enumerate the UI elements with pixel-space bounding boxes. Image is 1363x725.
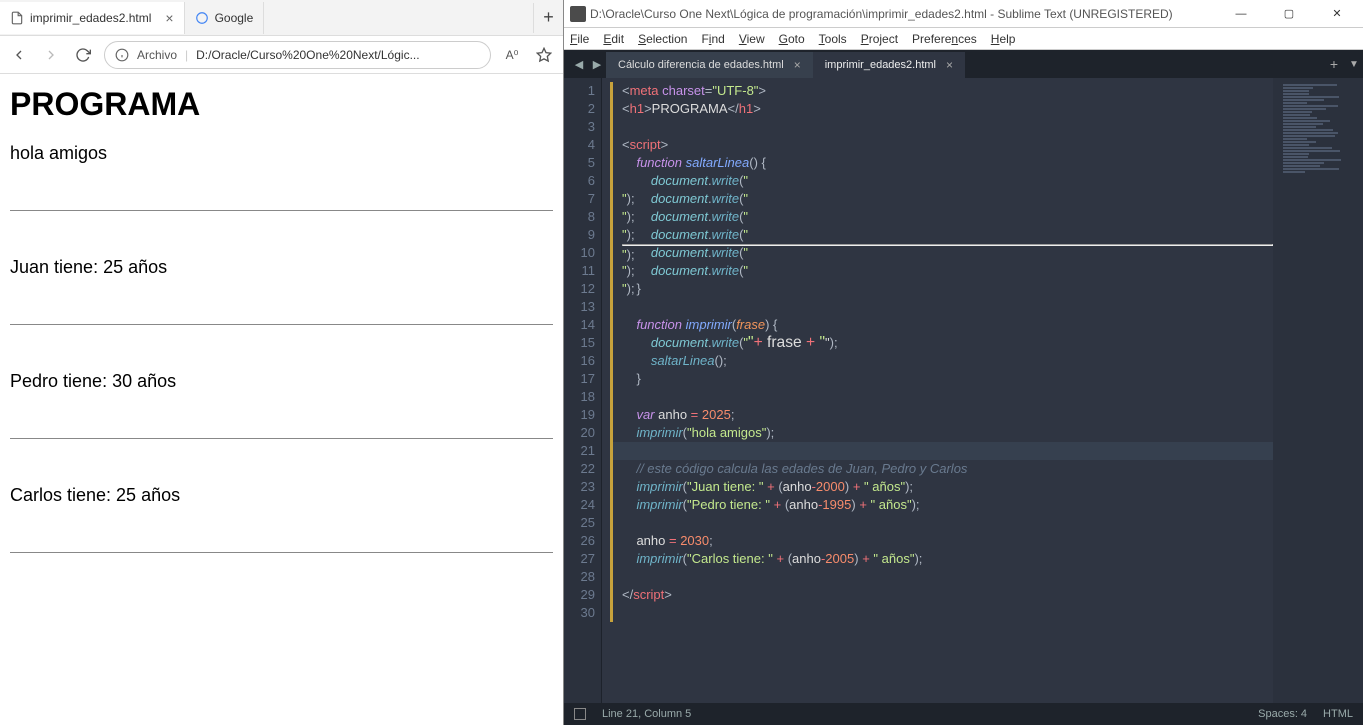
menu-preferences[interactable]: Preferences (912, 32, 977, 46)
browser-tab-title: imprimir_edades2.html (30, 11, 151, 25)
browser-tabstrip: imprimir_edades2.html × Google + (0, 0, 563, 36)
url-path: D:/Oracle/Curso%20One%20Next/Lógic... (196, 48, 419, 62)
minimize-button[interactable]: — (1221, 3, 1261, 25)
minimap[interactable] (1273, 78, 1363, 703)
favorites-button[interactable] (533, 44, 555, 66)
sublime-titlebar: D:\Oracle\Curso One Next\Lógica de progr… (564, 0, 1363, 28)
hr (10, 210, 553, 211)
code-area[interactable]: <meta charset="UTF-8"><h1>PROGRAMA</h1><… (602, 78, 1273, 703)
browser-tab-active[interactable]: imprimir_edades2.html × (0, 2, 185, 34)
sublime-logo-icon (570, 6, 586, 22)
tab-menu-button[interactable]: ▼ (1345, 59, 1363, 70)
page-heading: PROGRAMA (10, 86, 553, 123)
cursor-position: Line 21, Column 5 (602, 708, 691, 720)
editor-body: 1234567891011121314151617181920212223242… (564, 78, 1363, 703)
output-line: Juan tiene: 25 años (10, 257, 553, 278)
line-gutter: 1234567891011121314151617181920212223242… (564, 78, 602, 703)
close-icon[interactable]: × (794, 58, 801, 72)
menu-project[interactable]: Project (861, 32, 898, 46)
close-icon[interactable]: × (946, 58, 953, 72)
menu-tools[interactable]: Tools (819, 32, 847, 46)
reload-button[interactable] (72, 44, 94, 66)
status-bar: Line 21, Column 5 Spaces: 4 HTML (564, 703, 1363, 725)
google-icon (195, 11, 209, 25)
menu-selection[interactable]: Selection (638, 32, 687, 46)
syntax-mode[interactable]: HTML (1323, 708, 1353, 720)
panel-icon[interactable] (574, 708, 586, 720)
output-line: hola amigos (10, 143, 553, 164)
sublime-menubar: File Edit Selection Find View Goto Tools… (564, 28, 1363, 50)
tab-next-button[interactable]: ▶ (588, 53, 606, 75)
hr (10, 552, 553, 553)
output-line: Pedro tiene: 30 años (10, 371, 553, 392)
menu-edit[interactable]: Edit (603, 32, 624, 46)
output-line: Carlos tiene: 25 años (10, 485, 553, 506)
info-icon (115, 48, 129, 62)
close-icon[interactable]: × (165, 10, 173, 26)
hr (10, 324, 553, 325)
browser-tab-title: Google (215, 11, 254, 25)
new-tab-button[interactable]: + (533, 3, 563, 33)
browser-window: imprimir_edades2.html × Google + Archivo… (0, 0, 564, 725)
menu-help[interactable]: Help (991, 32, 1016, 46)
menu-view[interactable]: View (739, 32, 765, 46)
browser-tab[interactable]: Google (185, 2, 265, 34)
browser-navbar: Archivo | D:/Oracle/Curso%20One%20Next/L… (0, 36, 563, 74)
forward-button[interactable] (40, 44, 62, 66)
window-controls: — ▢ ✕ (1221, 3, 1357, 25)
menu-find[interactable]: Find (701, 32, 724, 46)
address-bar[interactable]: Archivo | D:/Oracle/Curso%20One%20Next/L… (104, 41, 491, 69)
editor-tab[interactable]: Cálculo diferencia de edades.html × (606, 52, 813, 78)
new-file-button[interactable]: + (1323, 56, 1345, 72)
editor-tab-title: Cálculo diferencia de edades.html (618, 59, 784, 71)
maximize-button[interactable]: ▢ (1269, 3, 1309, 25)
back-button[interactable] (8, 44, 30, 66)
tab-prev-button[interactable]: ◀ (570, 53, 588, 75)
browser-viewport: PROGRAMA hola amigos Juan tiene: 25 años… (0, 74, 563, 725)
editor-tab-active[interactable]: imprimir_edades2.html × (813, 52, 965, 78)
read-aloud-button[interactable]: A⁰ (501, 44, 523, 66)
hr (10, 438, 553, 439)
window-title: D:\Oracle\Curso One Next\Lógica de progr… (590, 7, 1173, 21)
url-scheme-label: Archivo (137, 48, 177, 62)
sublime-tabstrip: ◀ ▶ Cálculo diferencia de edades.html × … (564, 50, 1363, 78)
editor-tab-title: imprimir_edades2.html (825, 59, 936, 71)
close-button[interactable]: ✕ (1317, 3, 1357, 25)
file-icon (10, 11, 24, 25)
menu-file[interactable]: File (570, 32, 589, 46)
sublime-window: D:\Oracle\Curso One Next\Lógica de progr… (564, 0, 1363, 725)
menu-goto[interactable]: Goto (779, 32, 805, 46)
indent-setting[interactable]: Spaces: 4 (1258, 708, 1307, 720)
